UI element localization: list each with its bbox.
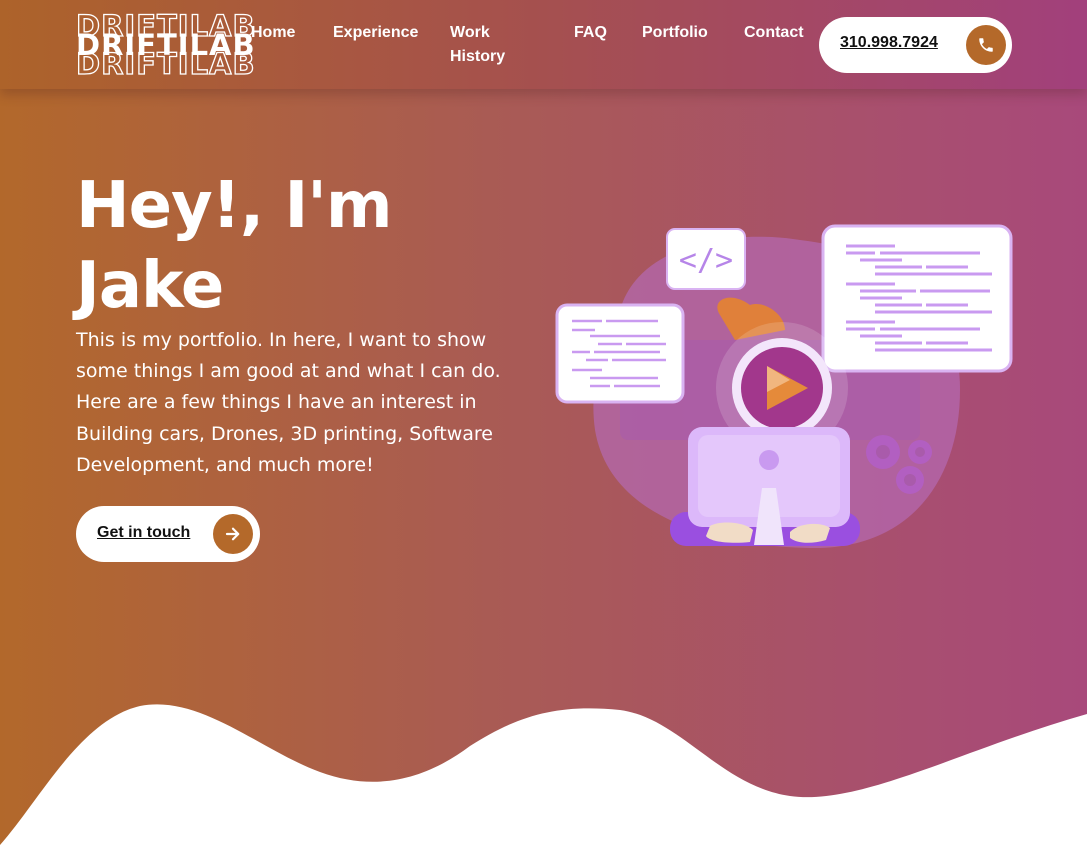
get-in-touch-button[interactable]: Get in touch xyxy=(76,506,260,562)
hero-title: Hey!, I'm Jake xyxy=(76,166,496,326)
nav-portfolio[interactable]: Portfolio xyxy=(642,21,708,45)
site-header: DRIFTILAB DRIFTILAB DRIFTILAB Home Exper… xyxy=(0,0,1087,89)
code-tag-text: </> xyxy=(679,243,733,278)
nav-contact[interactable]: Contact xyxy=(744,21,804,45)
arrow-right-icon[interactable] xyxy=(213,514,253,554)
nav-faq[interactable]: FAQ xyxy=(574,21,607,45)
phone-icon[interactable] xyxy=(966,25,1006,65)
phone-number[interactable]: 310.998.7924 xyxy=(840,34,938,52)
nav-work-history-line2: History xyxy=(450,48,506,65)
developer-illustration: </> xyxy=(555,224,1013,549)
get-in-touch-label[interactable]: Get in touch xyxy=(97,524,190,542)
hero-title-line1: Hey!, I'm xyxy=(76,169,393,243)
nav-experience[interactable]: Experience xyxy=(333,21,418,45)
code-card-left xyxy=(555,303,685,404)
hero-title-line2: Jake xyxy=(76,249,224,323)
nav-home[interactable]: Home xyxy=(251,21,295,45)
brand-logo[interactable]: DRIFTILAB DRIFTILAB DRIFTILAB xyxy=(75,11,255,79)
hero-description: This is my portfolio. In here, I want to… xyxy=(76,329,501,476)
logo-text-outline-bottom: DRIFTILAB xyxy=(75,47,256,81)
bottom-wave xyxy=(0,704,1087,850)
monitor-logo xyxy=(759,450,779,470)
nav-work-history[interactable]: Work History xyxy=(450,21,505,69)
nav-work-history-line1: Work xyxy=(450,24,490,41)
phone-button[interactable]: 310.998.7924 xyxy=(819,17,1012,73)
